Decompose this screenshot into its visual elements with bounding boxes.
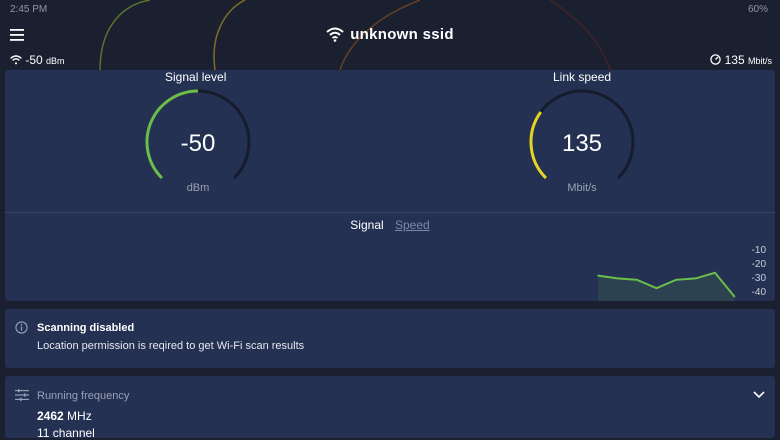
gauge-card: Signal level -50 dBm Link speed 135 Mbit… <box>5 70 775 301</box>
signal-point <box>694 277 697 280</box>
signal-point <box>597 274 599 277</box>
signal-gauge-value: -50 <box>180 130 216 157</box>
frequency-title: Running frequency <box>37 390 130 402</box>
signal-point <box>616 277 619 280</box>
tab-speed[interactable]: Speed <box>395 218 430 232</box>
info-body: Location permission is reqired to get Wi… <box>37 340 305 352</box>
speed-gauge-value: 135 <box>561 130 603 157</box>
speed-gauge-label: Link speed <box>553 70 612 84</box>
signal-point <box>714 272 716 274</box>
divider <box>5 212 775 213</box>
chevron-down-icon[interactable] <box>753 391 765 399</box>
frequency-value: 2462 MHz <box>37 409 92 423</box>
chart-tabs: Signal Speed <box>5 218 775 232</box>
signal-area <box>598 272 735 301</box>
frequency-card[interactable]: Running frequency 2462 MHz 11 channel <box>5 376 775 440</box>
speed-readout-unit: Mbit/s <box>747 56 772 66</box>
app-bar: unknown ssid -50 dBm 135 Mbit/s <box>0 20 780 70</box>
info-title: Scanning disabled <box>37 322 135 334</box>
frequency-unit: MHz <box>67 409 92 423</box>
page-title: unknown ssid <box>0 26 780 43</box>
signal-point <box>655 287 658 289</box>
signal-readout-unit: dBm <box>46 56 65 66</box>
y-tick-label: -20 <box>752 259 767 270</box>
speed-gauge-unit: Mbit/s <box>567 182 597 194</box>
signal-readout: -50 dBm <box>10 53 65 67</box>
ssid-label: unknown ssid <box>350 26 454 43</box>
signal-point <box>636 279 638 281</box>
signal-gauge-label: Signal level <box>165 70 227 84</box>
info-icon <box>15 321 28 334</box>
signal-gauge-unit: dBm <box>186 182 210 194</box>
tune-icon <box>15 389 29 401</box>
y-tick-label: -30 <box>752 273 767 284</box>
speedometer-icon <box>710 54 721 65</box>
signal-point <box>733 295 736 298</box>
tab-signal[interactable]: Signal <box>350 218 383 232</box>
signal-point <box>675 279 677 281</box>
signal-readout-value: -50 <box>25 53 43 67</box>
frequency-number: 2462 <box>37 409 64 423</box>
speed-readout-value: 135 <box>724 53 745 67</box>
scan-info-card: Scanning disabled Location permission is… <box>5 309 775 368</box>
signal-history-chart: -10 -20 -30 -40 <box>597 245 767 301</box>
y-tick-label: -10 <box>752 245 767 256</box>
wifi-small-icon <box>10 55 22 65</box>
wifi-icon <box>326 27 344 42</box>
speed-readout: 135 Mbit/s <box>710 53 772 67</box>
y-tick-label: -40 <box>752 287 767 298</box>
